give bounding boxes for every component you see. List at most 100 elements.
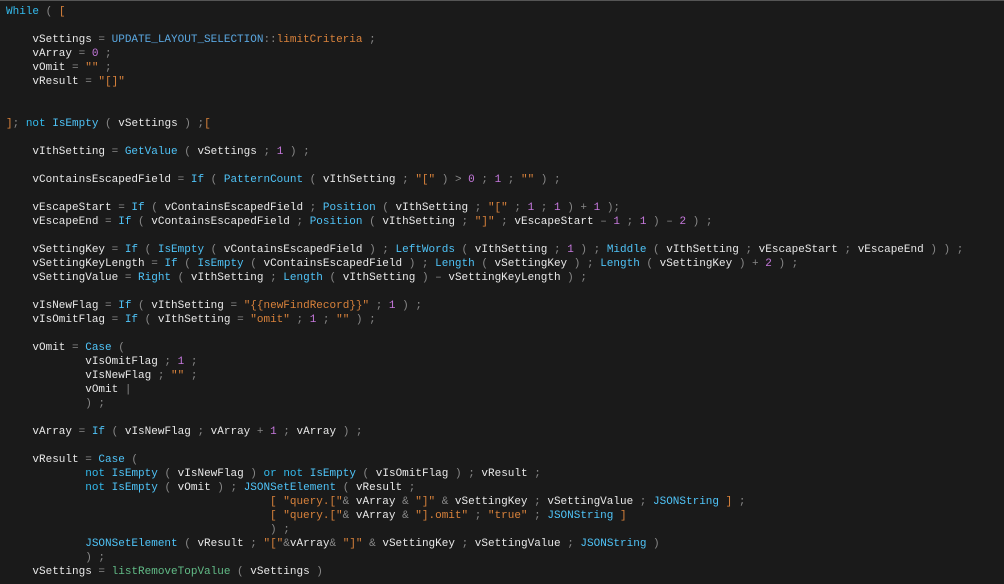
token-pun [6,538,85,550]
code-line [6,439,998,453]
token-fn: If [164,258,177,270]
token-pun: ; [561,538,581,550]
token-id: vResult [197,538,243,550]
token-pun: = [105,216,118,228]
token-str: "" [85,62,98,74]
token-pun: ; [402,482,415,494]
token-fn: JSONSetElement [85,538,177,550]
token-brk: ] [719,496,732,508]
code-line: vEscapeStart = If ( vContainsEscapedFiel… [6,201,998,215]
token-pun: ( [105,426,125,438]
token-id: vEscapeStart [514,216,593,228]
token-id: vSettings [118,118,177,130]
code-line: JSONSetElement ( vResult ; "["&vArray& "… [6,537,998,551]
token-str: "]" [475,216,495,228]
token-pun: ( [204,174,224,186]
token-str: "query.[" [283,496,342,508]
token-pun: ( [145,202,165,214]
token-fn: If [191,174,204,186]
token-pun: ; [838,244,858,256]
token-pun: ( [98,118,118,130]
token-pun: & [343,496,356,508]
token-fn: Position [323,202,376,214]
token-fn: If [118,300,131,312]
token-id: vSettingKeyLength [6,258,151,270]
token-pun: ; [277,426,297,438]
token-pun: ; [455,538,475,550]
token-pun: ; [257,146,277,158]
token-pun: & [363,538,383,550]
token-str: "{{newFindRecord}}" [244,300,369,312]
token-id: vSettings [197,146,256,158]
token-pun: ) ; [574,244,607,256]
token-str: "query.[" [283,510,342,522]
token-id: vIsOmitFlag [6,314,112,326]
token-pun: ( [363,216,383,228]
token-pun: = [112,314,125,326]
token-pun: ) ; [686,216,712,228]
token-str: "]" [343,538,363,550]
token-id: vSettingKeyLength [448,272,560,284]
code-line [6,19,998,33]
token-fn: IsEmpty [158,244,204,256]
token-pun: ; [303,202,323,214]
code-editor[interactable]: While ( [ vSettings = UPDATE_LAYOUT_SELE… [0,0,1004,584]
token-fn: Length [283,272,323,284]
token-mem: limitCriteria [277,34,363,46]
token-pun: & [395,496,415,508]
code-line [6,159,998,173]
token-pun: ( [323,272,343,284]
token-kw: While [6,6,39,18]
code-line: not IsEmpty ( vOmit ) ; JSONSetElement (… [6,481,998,495]
token-pun: ) ; [402,258,435,270]
token-pun: ) [244,468,264,480]
token-id: vSettingKey [6,244,112,256]
token-id: vArray [356,510,396,522]
token-brk: [ [270,496,283,508]
code-line: While ( [ [6,5,998,19]
token-id: vIthSetting [323,174,396,186]
token-pun: ; [547,244,567,256]
code-line: vIsOmitFlag = If ( vIthSetting = "omit" … [6,313,998,327]
token-pun: ( [39,6,59,18]
token-id: vContainsEscapedField [164,202,303,214]
token-pun: ) ; [6,552,105,564]
code-line: vIsNewFlag ; "" ; [6,369,998,383]
token-pun: ( [640,258,660,270]
token-pun: ) + [732,258,765,270]
token-id: vIsNewFlag [178,468,244,480]
token-pun: ) ; [178,118,204,130]
token-num: 1 [270,426,277,438]
token-id: vSettings [6,34,98,46]
token-pun: ( [112,342,125,354]
token-id: vIthSetting [666,244,739,256]
token-pun: ) ; [448,468,481,480]
token-id: vContainsEscapedField [151,216,290,228]
code-line: vOmit = Case ( [6,341,998,355]
token-str: "" [171,370,184,382]
token-id: vSettingValue [547,496,633,508]
code-line: vResult = Case ( [6,453,998,467]
token-pun: ( [475,258,495,270]
token-fn: If [131,202,144,214]
token-pun: ; [98,48,111,60]
token-pun: ) ; [772,258,798,270]
token-pun: ) ; [363,244,396,256]
token-id: vOmit [6,342,72,354]
token-id: vEscapeEnd [858,244,924,256]
token-kw: not [85,468,105,480]
token-pun: ( [244,258,264,270]
token-id: vIsNewFlag [6,370,151,382]
token-pun: = [85,76,98,88]
token-pun: = [112,146,125,158]
token-pun: ; [528,496,548,508]
code-line [6,187,998,201]
token-pun: ; [633,496,653,508]
token-pun: ); [600,202,620,214]
token-pun: ( [646,244,666,256]
code-line: vSettings = UPDATE_LAYOUT_SELECTION::lim… [6,33,998,47]
token-pun: ) [646,538,659,550]
token-pun: ; [290,314,310,326]
token-kw: not [26,118,46,130]
token-pun: ( [303,174,323,186]
